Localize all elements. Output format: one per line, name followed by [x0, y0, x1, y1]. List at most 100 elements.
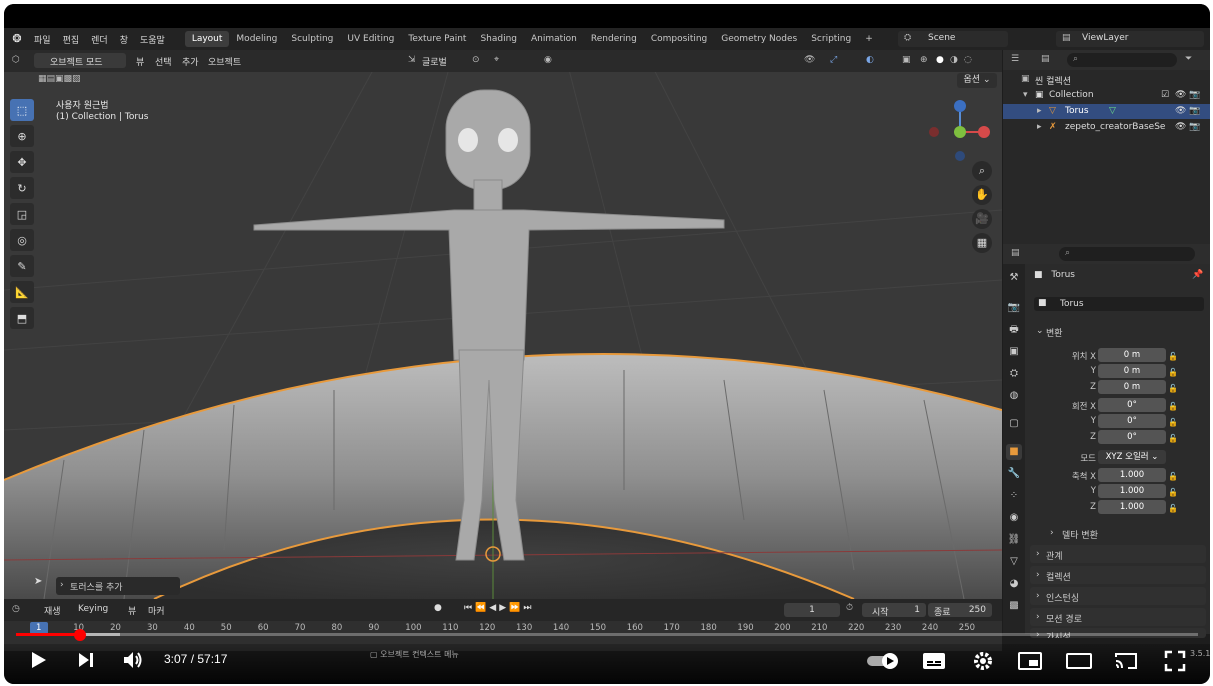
filter-icon[interactable]: ⏷	[1185, 54, 1192, 64]
menu-keying[interactable]: Keying	[78, 604, 108, 614]
relations-panel[interactable]: › 관계	[1030, 545, 1206, 563]
view-layer-selector[interactable]: ▤ ViewLayer	[1056, 31, 1204, 47]
physics-tab-icon[interactable]: ◉	[1006, 510, 1022, 526]
pan-icon[interactable]: ✋	[972, 185, 992, 205]
menu-add[interactable]: 추가	[182, 55, 199, 68]
motion-paths-panel[interactable]: › 모션 경로	[1030, 608, 1206, 626]
tab-texture-paint[interactable]: Texture Paint	[401, 31, 473, 47]
menu-playback[interactable]: 재생	[44, 604, 61, 617]
pivot-icon[interactable]: ⊙	[472, 55, 480, 65]
lock-icons[interactable]: 🔓 🔓 🔓	[1168, 399, 1178, 447]
theater-mode-icon[interactable]	[1066, 652, 1092, 670]
location-z-field[interactable]: 0 m	[1098, 380, 1166, 394]
progress-scrubber[interactable]	[73, 629, 86, 641]
cursor-tool-icon[interactable]: ⊕	[10, 125, 34, 147]
tab-uv-editing[interactable]: UV Editing	[340, 31, 401, 47]
location-x-field[interactable]: 0 m	[1098, 348, 1166, 362]
volume-icon[interactable]	[122, 650, 144, 670]
subtitles-icon[interactable]	[922, 652, 946, 670]
properties-editor-icon[interactable]: ▤	[1011, 248, 1020, 258]
camera-icon[interactable]: 📷	[1189, 90, 1200, 100]
pin-icon[interactable]: 📌	[1192, 270, 1203, 280]
output-tab-icon[interactable]: 🖶	[1006, 322, 1022, 338]
object-datablock-field[interactable]: ■ Torus	[1034, 297, 1204, 311]
add-cube-tool-icon[interactable]: ⬒	[10, 307, 34, 329]
settings-gear-icon[interactable]	[972, 650, 994, 672]
editor-type-icon[interactable]: ⬡	[12, 55, 20, 65]
navigation-gizmo[interactable]	[929, 100, 990, 161]
display-mode-icon[interactable]: ▤	[1041, 54, 1050, 64]
collections-panel[interactable]: › 컬렉션	[1030, 566, 1206, 584]
options-dropdown[interactable]: 옵션 ⌄	[957, 73, 997, 88]
tab-compositing[interactable]: Compositing	[644, 31, 714, 47]
xray-icon[interactable]: ▣	[902, 55, 911, 65]
progress-bar[interactable]	[16, 633, 1198, 636]
rotate-tool-icon[interactable]: ↻	[10, 177, 34, 199]
visibility-icon[interactable]: 👁	[804, 55, 815, 65]
timeline-editor-icon[interactable]: ◷	[12, 604, 20, 614]
menu-edit[interactable]: 편집	[57, 33, 86, 46]
next-icon[interactable]	[76, 650, 96, 670]
play-icon[interactable]	[28, 650, 48, 670]
mode-selector[interactable]: 오브젝트 모드	[34, 53, 126, 68]
particles-tab-icon[interactable]: ⁘	[1006, 488, 1022, 504]
scale-y-field[interactable]: 1.000	[1098, 484, 1166, 498]
blender-logo-icon[interactable]: ❂	[10, 32, 24, 46]
menu-window[interactable]: 창	[114, 33, 134, 46]
modifier-tab-icon[interactable]: 🔧	[1006, 466, 1022, 482]
tab-sculpting[interactable]: Sculpting	[284, 31, 340, 47]
menu-view[interactable]: 뷰	[136, 55, 144, 68]
miniplayer-icon[interactable]	[1018, 652, 1042, 670]
current-frame-field[interactable]: 1	[784, 603, 840, 617]
transform-tool-icon[interactable]: ◎	[10, 229, 34, 251]
select-mode-icons[interactable]: ▦▤▣▩▨	[38, 74, 81, 84]
outliner-row-torus[interactable]: ▸ ▽ Torus ▽ 👁 📷	[1003, 104, 1210, 119]
annotate-tool-icon[interactable]: ✎	[10, 255, 34, 277]
measure-tool-icon[interactable]: 📐	[10, 281, 34, 303]
tab-layout[interactable]: Layout	[184, 31, 230, 47]
fullscreen-icon[interactable]	[1164, 650, 1186, 672]
render-tab-icon[interactable]: 📷	[1006, 300, 1022, 316]
scene-selector[interactable]: ⛭ Scene	[898, 31, 1008, 47]
menu-marker[interactable]: 마커	[148, 604, 165, 617]
data-tab-icon[interactable]: ▽	[1006, 554, 1022, 570]
tab-modeling[interactable]: Modeling	[229, 31, 284, 47]
rendered-shading-icon[interactable]: ◌	[964, 55, 972, 65]
transform-orientation[interactable]: 글로벌	[422, 55, 447, 68]
outliner-row-armature[interactable]: ▸ ✗ zepeto_creatorBaseSe 👁 📷	[1003, 120, 1210, 135]
3d-viewport[interactable]	[4, 50, 1002, 599]
add-workspace-button[interactable]: +	[858, 31, 880, 47]
outliner-row-collection[interactable]: ▾ ▣ Collection ☑ 👁 📷	[1003, 88, 1210, 103]
record-icon[interactable]: ●	[434, 603, 442, 613]
menu-render[interactable]: 렌더	[85, 33, 114, 46]
camera-icon[interactable]: 📷	[1189, 122, 1200, 132]
menu-help[interactable]: 도움말	[134, 33, 171, 46]
outliner-search-input[interactable]: ⌕	[1067, 53, 1177, 67]
location-y-field[interactable]: 0 m	[1098, 364, 1166, 378]
select-box-tool-icon[interactable]: ⬚	[10, 99, 34, 121]
instancing-panel[interactable]: › 인스턴싱	[1030, 587, 1206, 605]
tab-shading[interactable]: Shading	[473, 31, 524, 47]
last-operator-panel[interactable]: › 토러스를 추가	[56, 577, 180, 595]
collection-tab-icon[interactable]: ▢	[1006, 416, 1022, 432]
end-frame-field[interactable]: 종료 250	[928, 603, 992, 618]
object-tab-icon[interactable]: ■	[1006, 444, 1022, 460]
overlay-toggle-icon[interactable]: ◐	[866, 55, 874, 65]
rotation-mode-dropdown[interactable]: XYZ 오일러 ⌄	[1098, 450, 1166, 464]
start-frame-field[interactable]: 시작 1	[862, 603, 926, 618]
material-tab-icon[interactable]: ◕	[1006, 576, 1022, 592]
tab-geometry-nodes[interactable]: Geometry Nodes	[714, 31, 804, 47]
scale-x-field[interactable]: 1.000	[1098, 468, 1166, 482]
menu-select[interactable]: 선택	[155, 55, 172, 68]
scale-z-field[interactable]: 1.000	[1098, 500, 1166, 514]
scale-tool-icon[interactable]: ◲	[10, 203, 34, 225]
cast-icon[interactable]	[1114, 652, 1138, 670]
transform-panel-header[interactable]: ⌄ 변환	[1030, 322, 1206, 340]
wireframe-shading-icon[interactable]: ⊕	[920, 55, 928, 65]
outliner-scene-collection[interactable]: ▣ 씬 컬렉션	[1003, 72, 1210, 87]
snap-icon[interactable]: ⌖	[494, 55, 499, 65]
solid-shading-icon[interactable]: ●	[936, 55, 944, 65]
lock-icons[interactable]: 🔓 🔓 🔓	[1168, 349, 1178, 397]
view-layer-tab-icon[interactable]: ▣	[1006, 344, 1022, 360]
rotation-y-field[interactable]: 0°	[1098, 414, 1166, 428]
